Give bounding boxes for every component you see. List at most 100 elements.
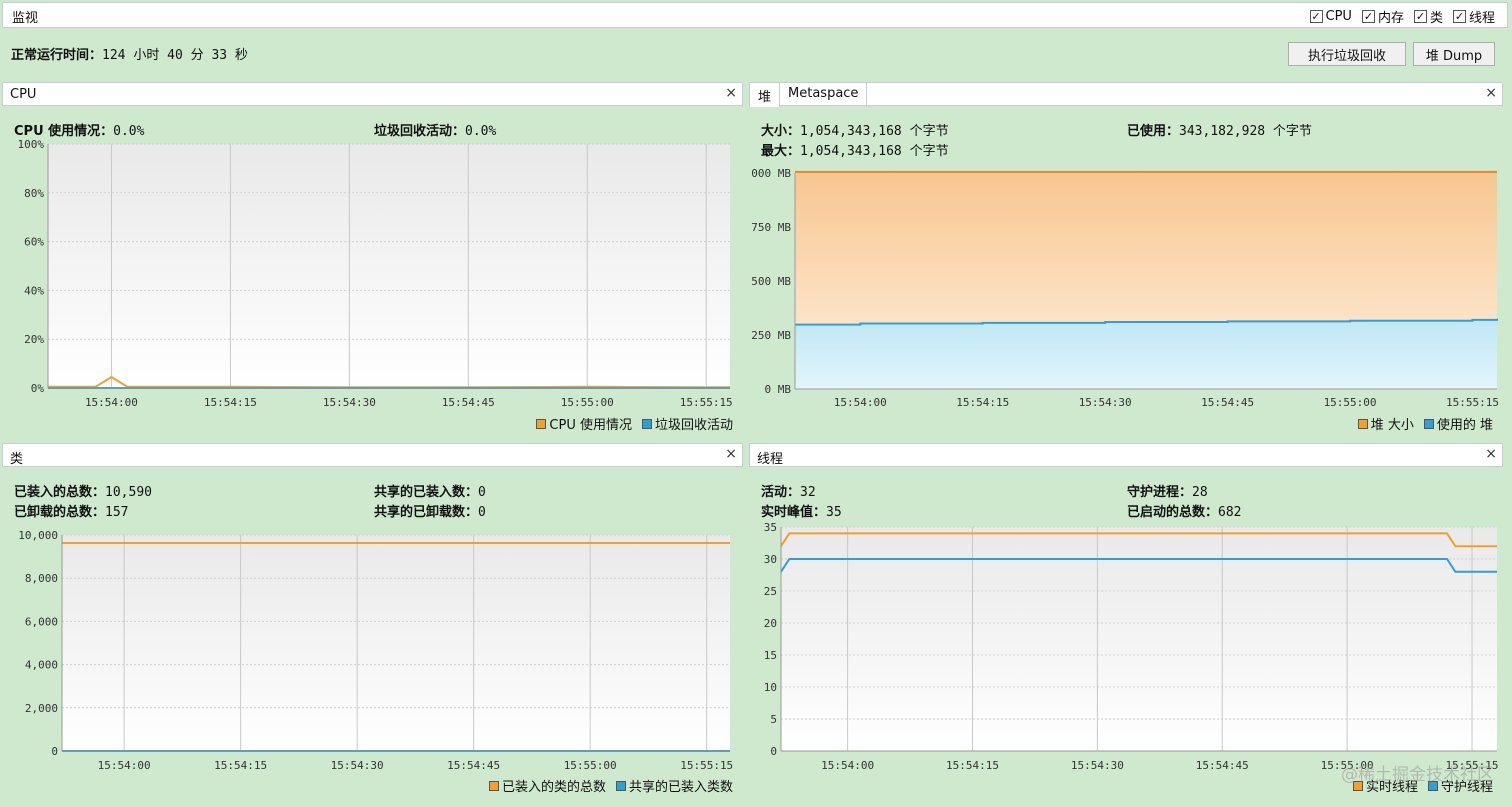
x-tick-label: 15:54:30 (331, 759, 384, 772)
legend-swatch-shared (615, 780, 626, 791)
classes-chart: 10,000 8,000 6,000 4,000 2,000 0 15:54:00 15:54… (18, 529, 733, 772)
toggle-memory[interactable]: ✓ 内存 (1361, 7, 1404, 26)
x-tick-label: 15:54:30 (323, 396, 376, 409)
x-tick-label: 15:54:30 (1079, 396, 1132, 409)
x-tick-label: 15:55:00 (1324, 396, 1377, 409)
perform-gc-button[interactable]: 执行垃圾回收 (1288, 42, 1406, 66)
toggle-classes-label: 类 (1429, 11, 1443, 26)
legend-item: 垃圾回收活动 (641, 414, 733, 433)
toggle-cpu-label: CPU (1325, 9, 1352, 24)
heap-used-label: 已使用： (1127, 124, 1180, 139)
peak-threads-value: 35 (826, 505, 842, 520)
x-tick-label: 15:54:15 (956, 396, 1009, 409)
shared-loaded-label: 共享的已装入数： (374, 485, 479, 500)
cpu-panel: CPU × CPU 使用情况：0.0% 垃圾回收活动：0.0% 100% 80% 6… (2, 82, 743, 434)
started-threads-stat: 已启动的总数：682 (1127, 501, 1242, 520)
x-tick-label: 15:54:45 (447, 759, 500, 772)
checkbox-threads[interactable]: ✓ (1452, 10, 1466, 23)
classes-panel: 类 × 已装入的总数：10,590 共享的已装入数：0 已卸载的总数：157 共… (2, 443, 743, 799)
y-tick-label: 35 (764, 521, 777, 534)
x-tick-label: 15:54:00 (98, 759, 151, 772)
cpu-chart: 100% 80% 60% 40% 20% 0% 15:54:00 15:54:15 15:54:… (18, 140, 733, 409)
x-tick-label: 15:55:15 (1446, 396, 1499, 409)
x-tick-label: 15:54:00 (85, 396, 138, 409)
x-tick-label: 15:54:00 (834, 396, 887, 409)
legend-label: 垃圾回收活动 (654, 418, 733, 433)
x-tick-label: 15:54:45 (1196, 759, 1249, 772)
daemon-threads-label: 守护进程： (1127, 485, 1193, 500)
x-tick-label: 15:54:15 (204, 396, 257, 409)
y-tick-label: 40% (24, 284, 44, 297)
unloaded-classes-value: 157 (105, 505, 129, 520)
checkbox-classes[interactable]: ✓ (1413, 10, 1427, 23)
uptime-value: 124 小时 40 分 33 秒 (102, 48, 248, 63)
y-tick-label: 1,000 MB (749, 167, 791, 180)
close-icon[interactable]: × (1485, 85, 1497, 101)
legend-swatch-heap-size (1357, 418, 1368, 429)
x-tick-label: 15:55:15 (680, 396, 733, 409)
legend-item: 使用的 堆 (1423, 414, 1493, 433)
gc-activity-stat: 垃圾回收活动：0.0% (374, 120, 496, 139)
threads-panel-header: 线程 × (749, 443, 1503, 467)
monitor-header: 监视 ✓ CPU ✓ 内存 ✓ 类 ✓ 线程 (2, 2, 1508, 28)
toggle-classes[interactable]: ✓ 类 (1413, 7, 1443, 26)
memory-panel-header: 堆 Metaspace × (749, 82, 1503, 107)
y-tick-label: 15 (764, 649, 777, 662)
checkbox-memory[interactable]: ✓ (1361, 10, 1375, 23)
tab-metaspace[interactable]: Metaspace (780, 83, 868, 107)
threads-panel: 线程 × 活动：32 守护进程：28 实时峰值：35 已启动的总数：682 35… (749, 443, 1503, 799)
x-tick-label: 15:54:00 (821, 759, 874, 772)
heap-legend: 堆 大小 使用的 堆 (1357, 414, 1493, 433)
heap-chart: 1,000 MB 750 MB 500 MB 250 MB 0 MB 15:54:00 15… (749, 167, 1499, 409)
x-tick-label: 15:54:15 (946, 759, 999, 772)
classes-panel-header: 类 × (2, 443, 743, 467)
x-tick-label: 15:55:00 (561, 396, 614, 409)
toggle-threads[interactable]: ✓ 线程 (1452, 7, 1495, 26)
y-tick-label: 2,000 (25, 702, 58, 715)
plot-area (781, 527, 1497, 751)
close-icon[interactable]: × (725, 85, 737, 101)
y-tick-label: 4,000 (25, 659, 58, 672)
checkbox-cpu[interactable]: ✓ (1309, 10, 1323, 23)
legend-label: 共享的已装入类数 (628, 780, 733, 795)
loaded-classes-stat: 已装入的总数：10,590 (14, 481, 152, 500)
plot-area (48, 144, 730, 388)
heap-size-stat: 大小：1,054,343,168 个字节 (761, 120, 949, 139)
uptime-label: 正常运行时间： (11, 48, 103, 63)
peak-threads-stat: 实时峰值：35 (761, 501, 842, 520)
peak-threads-label: 实时峰值： (761, 505, 827, 520)
classes-legend: 已装入的类的总数 共享的已装入类数 (488, 776, 733, 795)
legend-swatch-cpu (536, 418, 547, 429)
x-tick-label: 15:54:45 (442, 396, 495, 409)
legend-label: CPU 使用情况 (549, 418, 632, 433)
threads-chart: 35 30 25 20 15 10 5 0 15:54:00 15:54:15 15:54:30 15… (764, 521, 1499, 772)
y-tick-label: 8,000 (25, 572, 58, 585)
heap-dump-button[interactable]: 堆 Dump (1413, 42, 1495, 66)
cpu-usage-stat: CPU 使用情况：0.0% (14, 120, 144, 139)
loaded-classes-value: 10,590 (105, 485, 152, 500)
heap-used-value: 343,182,928 个字节 (1179, 124, 1312, 139)
shared-loaded-value: 0 (478, 485, 486, 500)
y-tick-label: 30 (764, 553, 777, 566)
toggle-cpu[interactable]: ✓ CPU (1309, 7, 1352, 26)
y-tick-label: 0 (51, 745, 58, 758)
legend-label: 使用的 堆 (1436, 418, 1493, 433)
legend-item: 堆 大小 (1357, 414, 1414, 433)
x-tick-label: 15:54:45 (1201, 396, 1254, 409)
shared-unloaded-stat: 共享的已卸载数：0 (374, 501, 486, 520)
cpu-panel-header: CPU × (2, 82, 743, 106)
memory-tabs: 堆 Metaspace (750, 83, 868, 107)
y-tick-label: 60% (24, 236, 44, 249)
gc-activity-label: 垃圾回收活动： (374, 124, 466, 139)
tab-heap[interactable]: 堆 (750, 83, 781, 107)
close-icon[interactable]: × (1485, 446, 1497, 462)
cpu-usage-label: CPU 使用情况： (14, 124, 114, 139)
close-icon[interactable]: × (725, 446, 737, 462)
y-tick-label: 250 MB (751, 329, 791, 342)
legend-item: 已装入的类的总数 (488, 776, 606, 795)
heap-used-stat: 已使用：343,182,928 个字节 (1127, 120, 1312, 139)
heap-max-label: 最大： (761, 144, 801, 159)
cpu-usage-value: 0.0% (113, 124, 145, 139)
y-tick-label: 5 (770, 713, 777, 726)
x-tick-label: 15:54:30 (1071, 759, 1124, 772)
